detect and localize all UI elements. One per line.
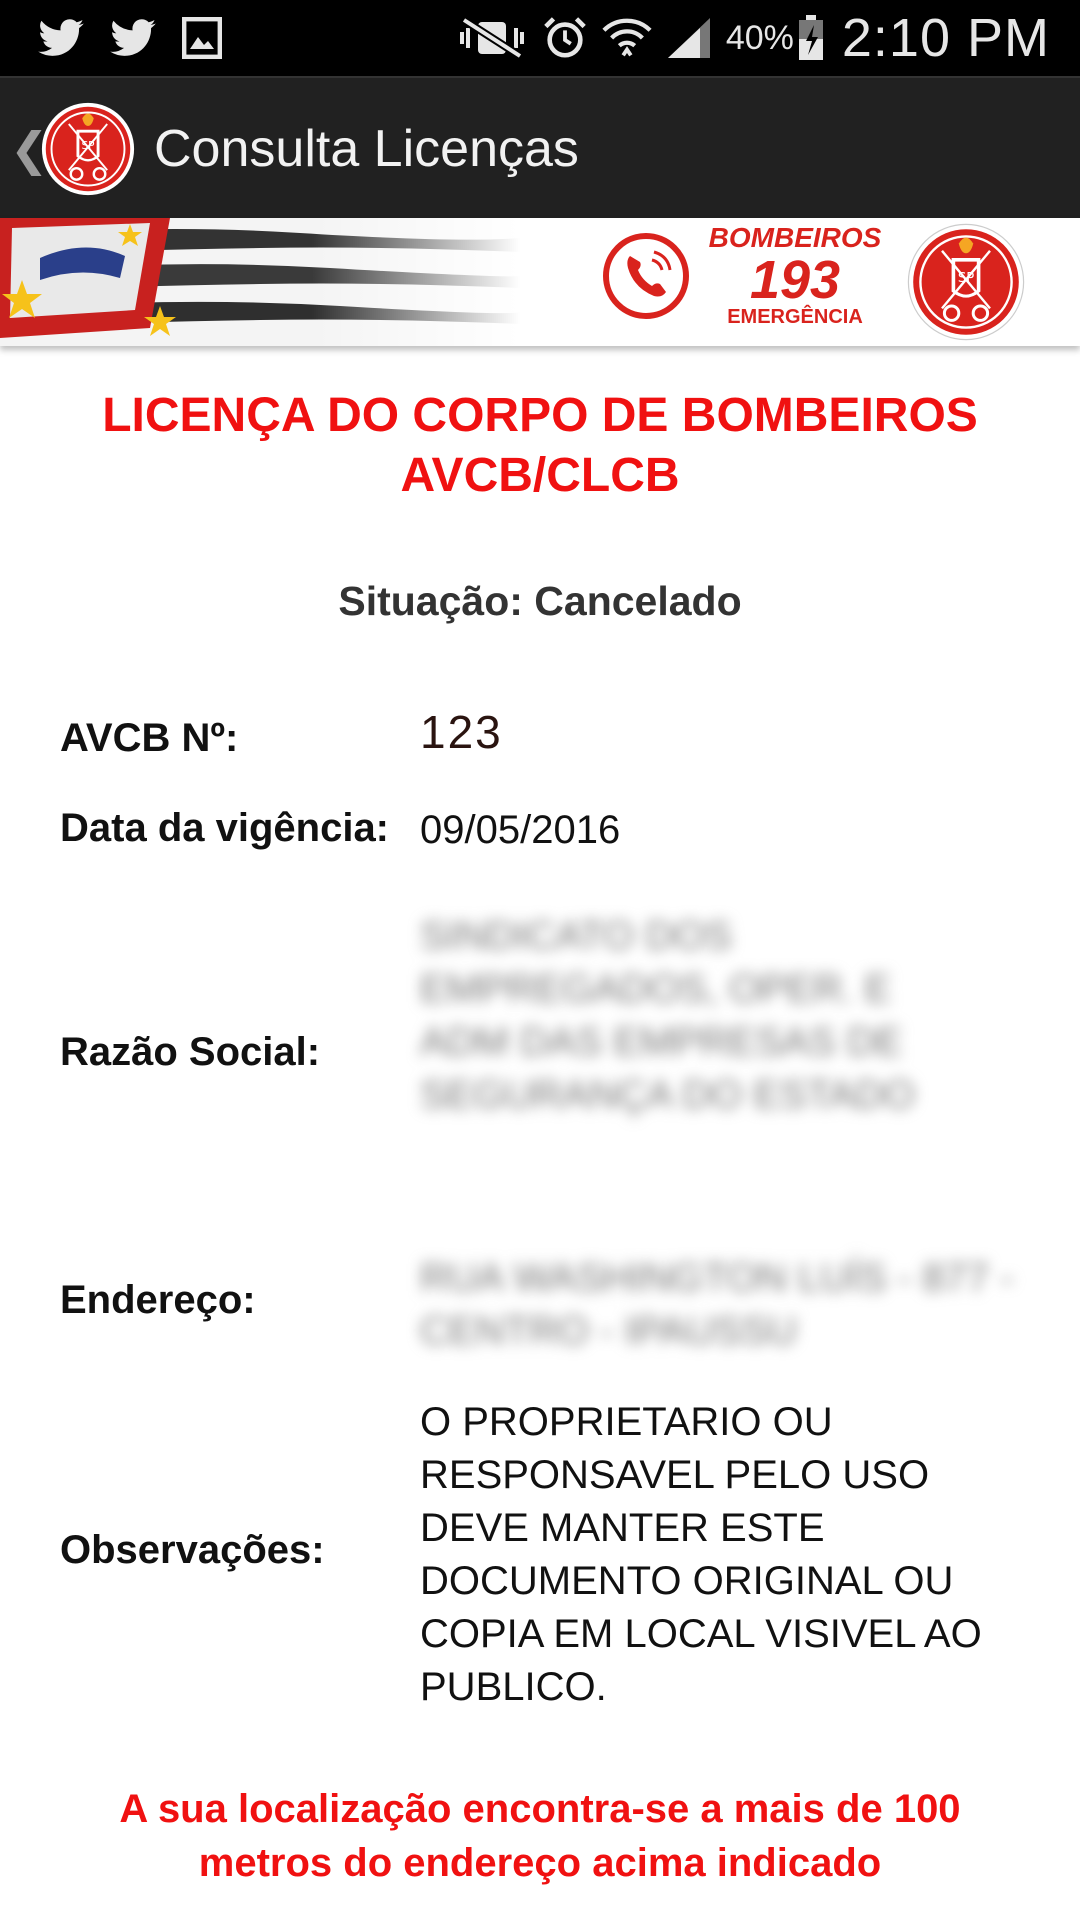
avcb-number-label: AVCB Nº: <box>60 716 239 760</box>
battery-percent: 40% <box>725 18 794 57</box>
alarm-icon <box>542 15 588 61</box>
address-value: RUA WASHINGTON LUÍS - 877 - CENTRO - IPA… <box>420 1256 1014 1353</box>
validity-date-label: Data da vigência: <box>60 806 390 850</box>
location-warning: A sua localização encontra-se a mais de … <box>0 1782 1080 1890</box>
company-name-value: SINDICATO DOS EMPREGADOS, OPER. E ADM DA… <box>420 914 915 1117</box>
license-title-line1: LICENÇA DO CORPO DE BOMBEIROS <box>102 389 978 442</box>
emergency-number-block: BOMBEIROS 193 EMERGÊNCIA <box>700 222 890 329</box>
vibrate-mute-icon <box>458 16 528 60</box>
location-warning-line2: metros do endereço acima indicado <box>198 1841 882 1885</box>
validity-date-value: 09/05/2016 <box>420 808 621 852</box>
observations-line: COPIA EM LOCAL VISIVEL AO <box>420 1612 982 1656</box>
wifi-icon <box>602 14 652 62</box>
action-bar: ❮ SP Consulta Licenças <box>0 76 1080 220</box>
header-banner: BOMBEIROS 193 EMERGÊNCIA SP <box>0 218 1080 346</box>
avcb-number-value: 123 <box>420 706 503 758</box>
twitter-icon <box>110 19 156 57</box>
signal-icon <box>666 16 712 60</box>
clock: 2:10 PM <box>841 8 1050 68</box>
emergency-number: 193 <box>749 250 841 310</box>
sao-paulo-flag-image <box>0 218 520 346</box>
observations-value: O PROPRIETARIO OU RESPONSAVEL PELO USO D… <box>420 1396 1030 1714</box>
gallery-icon <box>182 17 222 59</box>
license-title-line2: AVCB/CLCB <box>400 449 680 502</box>
observations-label: Observações: <box>60 1528 325 1572</box>
notification-icons <box>38 17 248 59</box>
observations-line: PUBLICO. <box>420 1665 607 1709</box>
battery-charging-icon <box>798 15 824 61</box>
location-warning-line1: A sua localização encontra-se a mais de … <box>119 1787 961 1831</box>
observations-line: O PROPRIETARIO OU <box>420 1400 833 1444</box>
app-title: Consulta Licenças <box>154 120 579 178</box>
observations-line: RESPONSAVEL PELO USO <box>420 1453 930 1497</box>
back-icon[interactable]: ❮ <box>10 122 49 176</box>
observations-line: DOCUMENTO ORIGINAL OU <box>420 1559 954 1603</box>
system-icons: 40% 2:10 PM <box>444 7 1050 69</box>
company-name-label: Razão Social: <box>60 1030 321 1074</box>
license-status: Situação: Cancelado <box>338 578 742 624</box>
status-bar: 40% 2:10 PM <box>0 0 1080 76</box>
phone-icon <box>603 233 689 319</box>
fire-department-seal-icon: SP <box>907 223 1025 341</box>
emergencia-label: EMERGÊNCIA <box>727 306 863 328</box>
license-title: LICENÇA DO CORPO DE BOMBEIROS AVCB/CLCB <box>0 386 1080 506</box>
observations-line: DEVE MANTER ESTE <box>420 1506 825 1550</box>
fire-department-seal-icon[interactable]: SP <box>40 101 136 197</box>
address-label: Endereço: <box>60 1278 256 1322</box>
twitter-icon <box>38 19 84 57</box>
